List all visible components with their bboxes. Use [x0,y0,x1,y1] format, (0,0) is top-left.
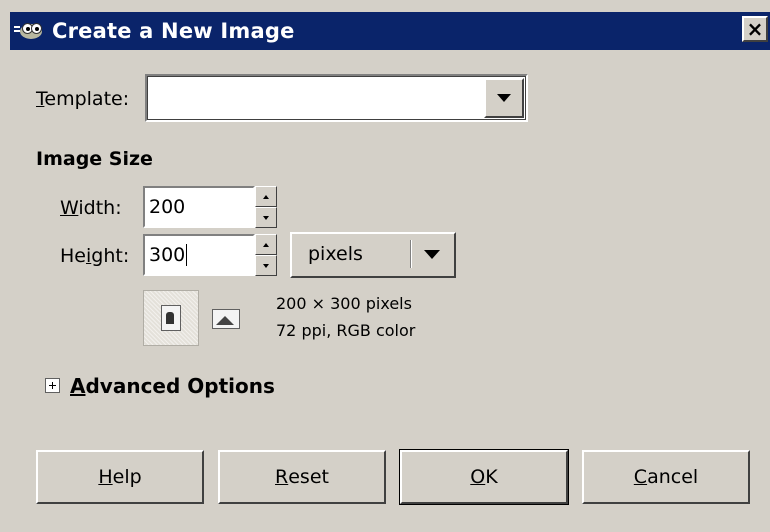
arrow-down-icon [263,215,269,220]
width-decrement-button[interactable] [255,207,277,228]
arrow-up-icon [263,242,269,247]
width-increment-button[interactable] [255,186,277,207]
cancel-button[interactable]: Cancel [582,450,750,504]
arrow-down-icon [263,263,269,268]
height-increment-button[interactable] [255,234,277,255]
help-button[interactable]: Help [36,450,204,504]
chevron-down-icon [497,94,511,102]
close-icon: × [746,17,764,41]
text-caret [186,244,188,266]
width-spinner[interactable] [255,186,277,228]
template-dropdown-button[interactable] [484,78,524,118]
title-bar[interactable]: Create a New Image × [10,12,770,50]
width-input[interactable]: 200 [143,186,255,228]
unit-value: pixels [308,243,363,265]
chevron-down-icon [424,250,440,259]
close-button[interactable]: × [742,16,768,42]
template-combo[interactable] [145,74,528,122]
unit-separator [410,240,412,268]
height-spinner[interactable] [255,234,277,276]
reset-button[interactable]: Reset [218,450,386,504]
create-new-image-dialog: Create a New Image × Template: Image Siz… [0,0,770,532]
landscape-toggle[interactable] [208,303,244,335]
height-input[interactable]: 300 [143,234,255,276]
expand-plus-icon[interactable] [45,378,60,393]
portrait-icon [161,305,181,331]
unit-combo[interactable]: pixels [290,232,456,278]
resolution-info: 72 ppi, RGB color [276,321,416,340]
height-decrement-button[interactable] [255,255,277,276]
arrow-up-icon [263,194,269,199]
advanced-options-expander[interactable]: Advanced Options [70,374,275,398]
image-size-heading: Image Size [36,148,153,170]
size-info: 200 × 300 pixels [276,294,412,313]
template-label: Template: [36,88,130,110]
gimp-wilber-icon [14,20,46,42]
width-label: Width: [60,197,122,219]
height-label: Height: [60,245,130,267]
portrait-toggle[interactable] [143,290,199,346]
landscape-icon [212,309,240,329]
window-title: Create a New Image [52,19,295,43]
ok-button[interactable]: OK [399,449,569,505]
